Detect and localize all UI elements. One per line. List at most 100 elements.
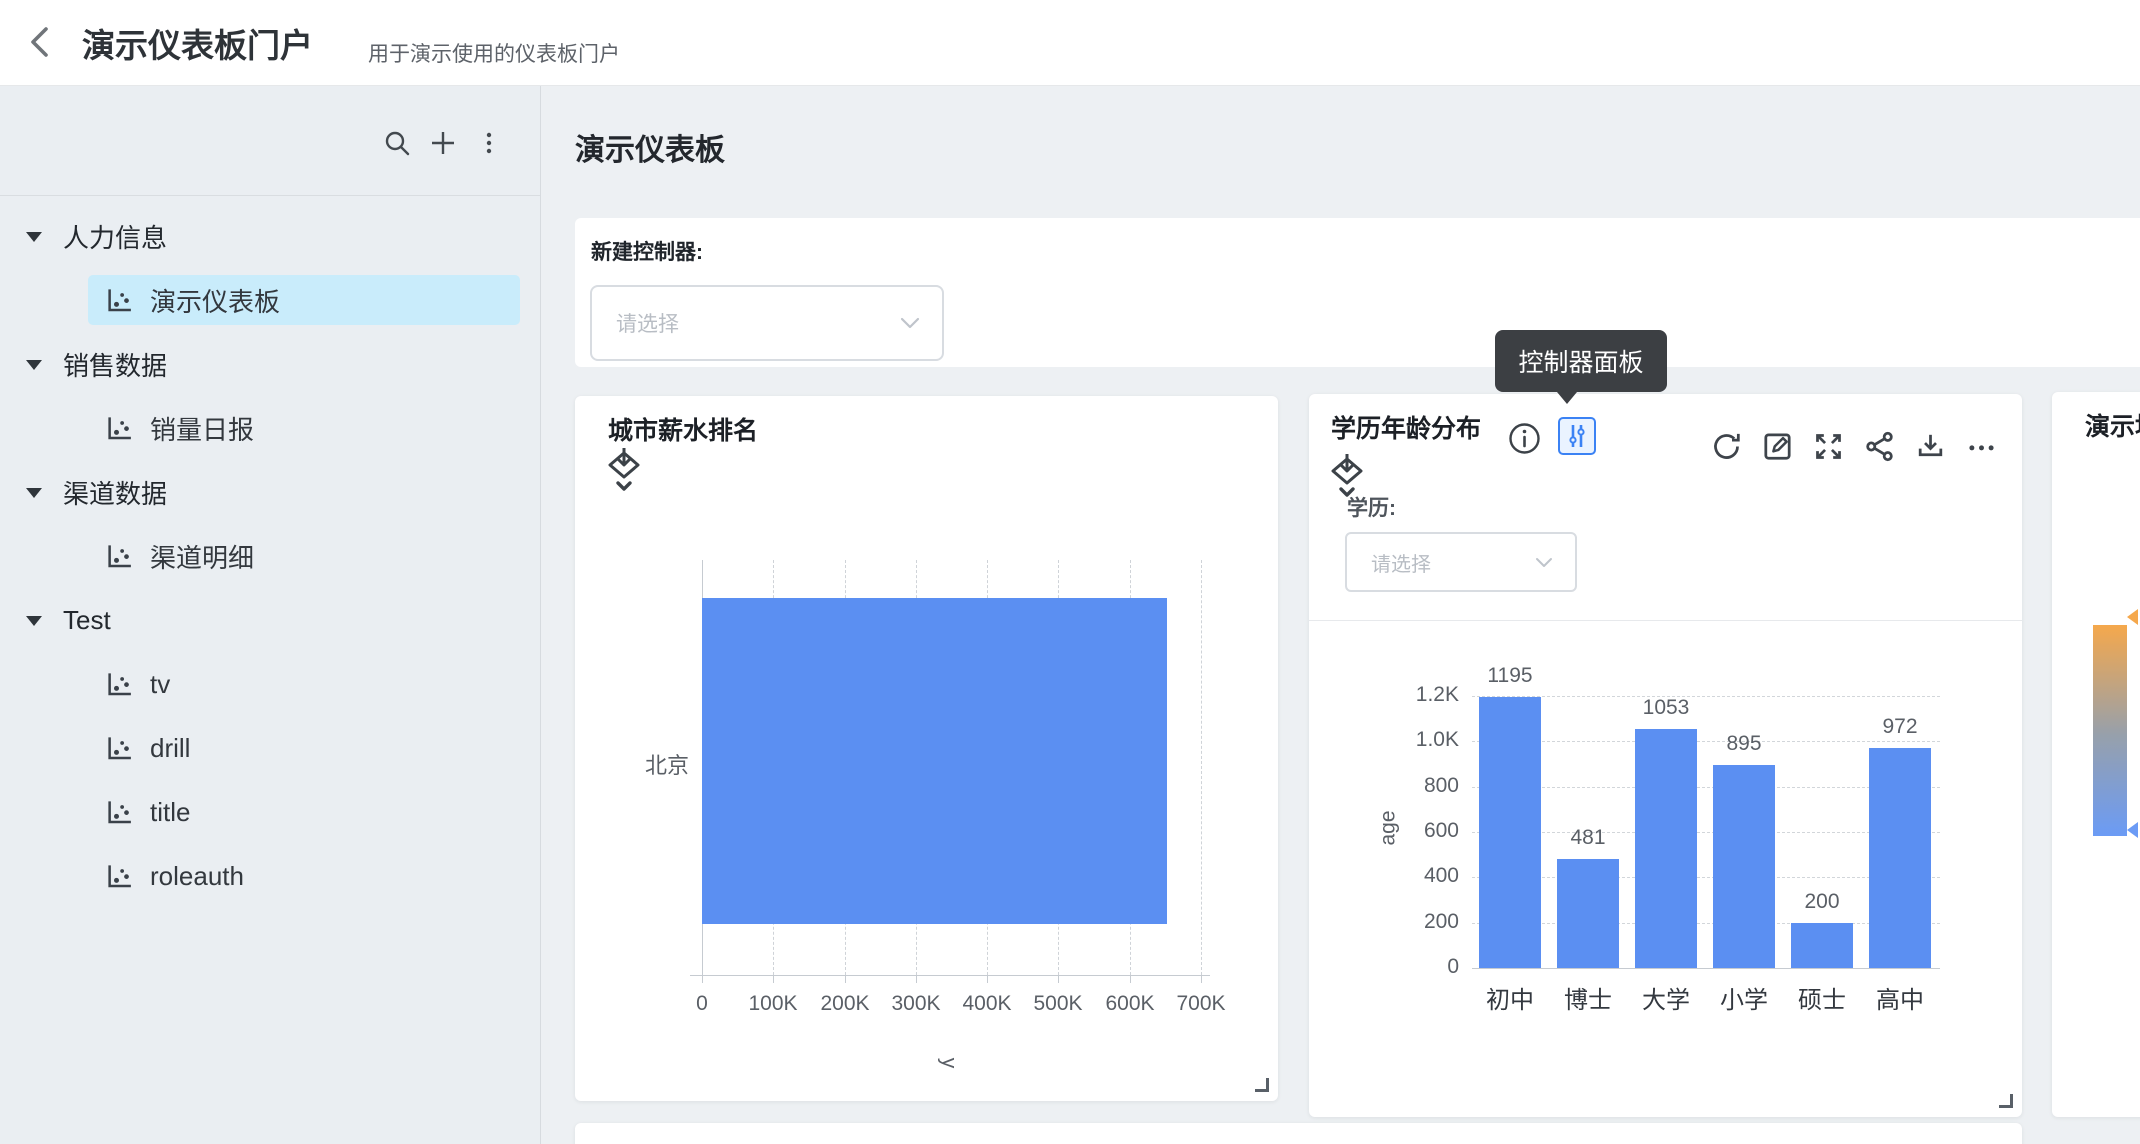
tree-item-Test[interactable]: Test	[0, 588, 540, 652]
bar-value-label: 972	[1840, 715, 1960, 739]
sidebar-toolbar	[0, 128, 504, 160]
bar-value-label: 481	[1528, 826, 1648, 850]
bar-value-label: 895	[1684, 732, 1804, 756]
x-tick-label: 700K	[1156, 992, 1246, 1016]
tree-item-drill[interactable]: drill	[0, 716, 540, 780]
tooltip-arrow	[1557, 392, 1577, 404]
chart-title: 演示地	[2085, 407, 2140, 443]
chevron-down-icon	[900, 317, 920, 329]
x-axis-line	[1472, 968, 1940, 969]
y-tick-label: 400	[1369, 864, 1459, 888]
chart-toolbar	[1710, 430, 1998, 463]
bar-value-label: 1195	[1450, 664, 1570, 688]
chart-icon	[104, 797, 134, 827]
new-controller-select[interactable]: 请选择	[590, 285, 944, 361]
edu-age-bar-chart: 02004006008001.0K1.2K1195初中481博士1053大学89…	[1309, 620, 2022, 1117]
refresh-icon[interactable]	[1710, 430, 1743, 463]
chevron-down-icon	[1535, 557, 1553, 568]
tree-leaf-label: roleauth	[150, 844, 244, 908]
bar-value-label: 1053	[1606, 696, 1726, 720]
tree-item-演示仪表板[interactable]: 演示仪表板	[0, 268, 540, 332]
tree-item-tv[interactable]: tv	[0, 652, 540, 716]
tree-leaf-label: 演示仪表板	[150, 268, 280, 332]
axis-tick	[1130, 975, 1131, 983]
fullscreen-icon[interactable]	[1812, 430, 1845, 463]
legend-min-handle[interactable]	[2127, 822, 2138, 838]
back-icon[interactable]	[22, 23, 60, 61]
filter-panel-icon[interactable]	[1558, 417, 1596, 455]
tree-leaf-label: 销量日报	[150, 396, 254, 460]
axis-tick	[1201, 975, 1202, 983]
portal-title: 演示仪表板门户	[82, 0, 313, 85]
add-icon[interactable]	[428, 128, 458, 158]
more-horizontal-icon[interactable]	[1965, 430, 1998, 463]
download-icon[interactable]	[1914, 430, 1947, 463]
sidebar-separator	[0, 195, 540, 196]
tree-item-title[interactable]: title	[0, 780, 540, 844]
x-axis-line	[690, 975, 1210, 976]
y-category-label: 北京	[589, 748, 689, 780]
bar-beijing[interactable]	[702, 598, 1167, 924]
top-header: 演示仪表板门户 用于演示使用的仪表板门户	[0, 0, 2140, 86]
controller-panel: 新建控制器: 请选择	[575, 218, 2140, 367]
tooltip-controller-panel: 控制器面板	[1495, 330, 1667, 392]
card-salary-chart: 城市薪水排名 0100K200K300K400K500K600K700K北京y	[575, 396, 1278, 1101]
tree-leaf-label: title	[150, 780, 190, 844]
x-category-label: 硕士	[1777, 980, 1867, 1015]
caret-down-icon	[26, 616, 42, 626]
tree-item-roleauth[interactable]: roleauth	[0, 844, 540, 908]
edit-icon[interactable]	[1761, 430, 1794, 463]
sidebar: 人力信息演示仪表板销售数据销量日报渠道数据渠道明细Testtvdrilltitl…	[0, 85, 541, 1144]
y-tick-label: 200	[1369, 910, 1459, 934]
share-icon[interactable]	[1863, 430, 1896, 463]
bar-博士[interactable]	[1557, 859, 1619, 968]
bar-value-label: 200	[1762, 890, 1882, 914]
y-tick-label: 0	[1369, 955, 1459, 979]
tree-item-人力信息[interactable]: 人力信息	[0, 204, 540, 268]
tree-group-label: 人力信息	[63, 204, 167, 268]
tree-item-销售数据[interactable]: 销售数据	[0, 332, 540, 396]
portal-subtitle: 用于演示使用的仪表板门户	[368, 0, 620, 95]
chart-title: 学历年龄分布	[1331, 409, 1481, 445]
bar-高中[interactable]	[1869, 748, 1931, 968]
dashboard-tree: 人力信息演示仪表板销售数据销量日报渠道数据渠道明细Testtvdrilltitl…	[0, 204, 540, 908]
tree-item-渠道数据[interactable]: 渠道数据	[0, 460, 540, 524]
edu-filter-select[interactable]: 请选择	[1345, 532, 1577, 592]
tree-leaf-label: 渠道明细	[150, 524, 254, 588]
main-area: 演示仪表板 新建控制器: 请选择 城市薪水排名 0100K200K300K400…	[541, 85, 2140, 1144]
caret-down-icon	[26, 488, 42, 498]
axis-tick	[845, 975, 846, 983]
y-tick-label: 1.2K	[1369, 683, 1459, 707]
more-vertical-icon[interactable]	[474, 128, 504, 158]
select-placeholder: 请选择	[592, 308, 900, 338]
tree-item-渠道明细[interactable]: 渠道明细	[0, 524, 540, 588]
gridline	[1201, 560, 1202, 975]
chart-icon	[104, 861, 134, 891]
edu-filter-label: 学历:	[1347, 492, 1396, 522]
resize-handle[interactable]	[1255, 1078, 1269, 1092]
y-tick-label: 1.0K	[1369, 728, 1459, 752]
chart-icon	[104, 413, 134, 443]
legend-max-handle[interactable]	[2127, 609, 2138, 625]
axis-tick	[916, 975, 917, 983]
search-icon[interactable]	[382, 128, 412, 158]
salary-bar-chart: 0100K200K300K400K500K600K700K北京y	[575, 396, 1278, 1101]
chart-icon	[104, 669, 134, 699]
page-title: 演示仪表板	[575, 125, 725, 169]
tree-group-label: 渠道数据	[63, 460, 167, 524]
tree-leaf-label: drill	[150, 716, 190, 780]
chart-icon	[104, 733, 134, 763]
info-icon[interactable]	[1507, 421, 1542, 456]
resize-handle[interactable]	[1999, 1094, 2013, 1108]
bar-小学[interactable]	[1713, 765, 1775, 968]
chart-icon	[104, 541, 134, 571]
caret-down-icon	[26, 360, 42, 370]
bar-大学[interactable]	[1635, 729, 1697, 968]
tree-leaf-label: tv	[150, 652, 170, 716]
x-category-label: 博士	[1543, 980, 1633, 1015]
tree-item-销量日报[interactable]: 销量日报	[0, 396, 540, 460]
bar-硕士[interactable]	[1791, 923, 1853, 968]
caret-down-icon	[26, 232, 42, 242]
axis-tick	[987, 975, 988, 983]
x-category-label: 高中	[1855, 980, 1945, 1015]
